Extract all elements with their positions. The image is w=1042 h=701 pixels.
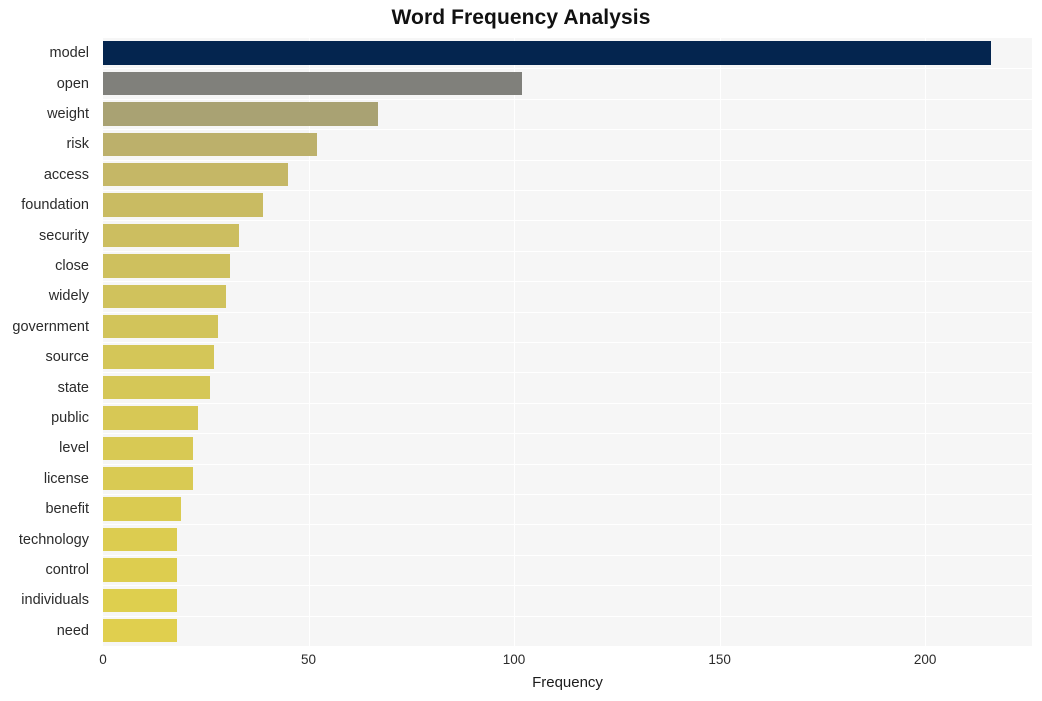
x-tick-label-200: 200 — [913, 652, 937, 667]
bar-widely[interactable] — [103, 284, 227, 309]
y-tick-label-state: state — [57, 379, 89, 396]
x-tick-label-0: 0 — [99, 652, 107, 667]
y-tick-label-security: security — [39, 227, 89, 244]
bar-band — [103, 403, 1032, 433]
word-frequency-bar-chart: Word Frequency Analysis model open weight r… — [0, 0, 1042, 701]
bar-open[interactable] — [103, 71, 523, 96]
bar-need[interactable] — [103, 619, 177, 643]
bar-close[interactable] — [103, 254, 231, 278]
y-tick-label-need: need — [56, 622, 89, 639]
bar-band — [103, 129, 1032, 159]
y-tick-label-technology: technology — [18, 531, 89, 548]
bar-level[interactable] — [103, 436, 194, 461]
bar-technology[interactable] — [103, 527, 177, 552]
plot-area — [103, 38, 1032, 646]
y-tick-label-open: open — [56, 75, 89, 92]
bar-public[interactable] — [103, 406, 198, 430]
bar-source[interactable] — [103, 345, 214, 369]
bar-band — [103, 585, 1032, 615]
bar-benefit[interactable] — [103, 497, 182, 521]
bar-band — [103, 68, 1032, 98]
bar-license[interactable] — [103, 467, 194, 491]
y-tick-label-license: license — [43, 470, 89, 487]
y-tick-label-foundation: foundation — [21, 197, 89, 214]
y-tick-label-control: control — [45, 562, 89, 578]
y-tick-label-weight: weight — [47, 106, 89, 122]
bar-band — [103, 190, 1032, 220]
bar-band — [103, 281, 1032, 311]
x-tick-label-50: 50 — [301, 652, 317, 667]
bar-band — [103, 99, 1032, 129]
bar-risk[interactable] — [103, 132, 317, 157]
y-tick-label-risk: risk — [66, 136, 89, 153]
bar-band — [103, 433, 1032, 463]
x-axis-ticks: 0 50 100 150 200 — [99, 646, 1032, 676]
bar-access[interactable] — [103, 163, 288, 187]
y-axis-category-labels: model open weight risk access foundation secur… — [0, 38, 97, 646]
bar-band — [103, 464, 1032, 494]
y-tick-label-level: level — [59, 440, 89, 457]
bar-control[interactable] — [103, 558, 177, 582]
bar-model[interactable] — [103, 41, 991, 65]
bar-security[interactable] — [103, 223, 239, 248]
bar-band — [103, 160, 1032, 190]
y-tick-label-individuals: individuals — [21, 592, 89, 609]
y-tick-label-access: access — [43, 166, 89, 183]
y-tick-label-widely: widely — [48, 288, 89, 305]
bar-weight[interactable] — [103, 102, 379, 126]
bar-band — [103, 524, 1032, 554]
chart-title: Word Frequency Analysis — [391, 6, 651, 29]
bar-band — [103, 494, 1032, 524]
bar-band — [103, 342, 1032, 372]
y-tick-label-government: government — [12, 318, 89, 335]
x-axis-title: Frequency — [532, 674, 603, 691]
bar-individuals[interactable] — [103, 588, 177, 613]
bar-band — [103, 220, 1032, 250]
y-tick-label-source: source — [45, 349, 89, 366]
bar-government[interactable] — [103, 315, 219, 339]
bar-foundation[interactable] — [103, 193, 264, 217]
bar-band — [103, 616, 1032, 646]
bar-band — [103, 555, 1032, 585]
bar-band — [103, 38, 1032, 68]
y-tick-label-model: model — [49, 45, 90, 62]
bar-band — [103, 372, 1032, 402]
y-tick-label-benefit: benefit — [45, 501, 89, 518]
bar-state[interactable] — [103, 375, 210, 400]
y-tick-label-close: close — [55, 258, 89, 274]
x-tick-label-100: 100 — [502, 652, 526, 667]
y-tick-label-public: public — [51, 410, 89, 426]
x-tick-label-150: 150 — [708, 652, 731, 667]
bar-band — [103, 251, 1032, 281]
bar-band — [103, 312, 1032, 342]
